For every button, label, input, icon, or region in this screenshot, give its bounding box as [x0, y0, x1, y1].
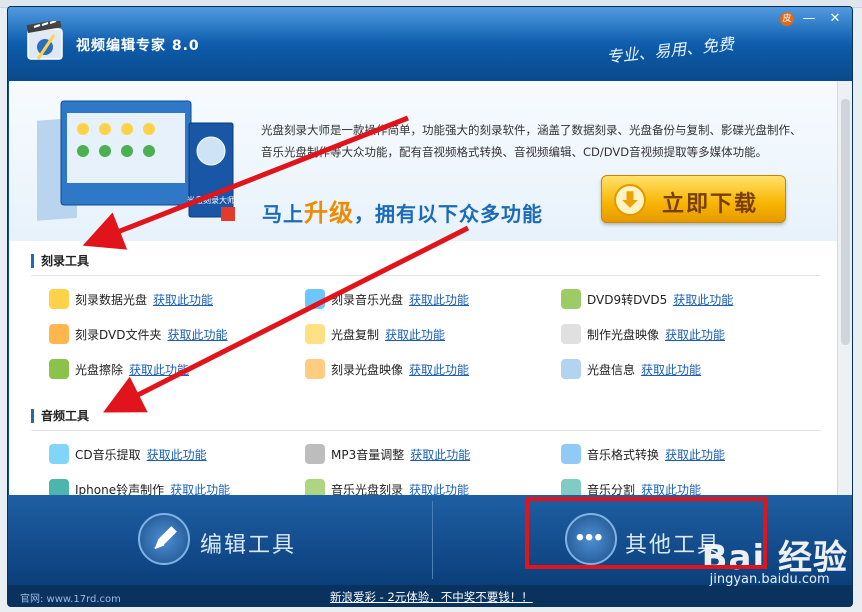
watermark-url: jingyan.baidu.com	[709, 572, 830, 587]
disc-music-icon	[305, 289, 325, 309]
download-button-label: 立即下载	[662, 192, 759, 217]
feature-item: 刻录DVD文件夹 获取此功能	[49, 323, 228, 345]
cd-rip-icon	[49, 444, 69, 464]
upgrade-prefix: 马上	[262, 202, 304, 226]
feature-name: 刻录数据光盘	[75, 292, 148, 307]
feature-item: 制作光盘映像 获取此功能	[561, 323, 725, 345]
slogan: 专业、易用、免费	[605, 34, 735, 67]
feature-name: 制作光盘映像	[587, 327, 660, 342]
section-header-audio: 音频工具	[31, 403, 821, 431]
skin-button[interactable]: 皮	[780, 12, 794, 26]
burn-image-icon	[305, 359, 325, 379]
disc-data-icon	[49, 289, 69, 309]
get-feature-link[interactable]: 获取此功能	[129, 361, 189, 378]
banner-description: 光盘刻录大师是一款操作简单，功能强大的刻录软件，涵盖了数据刻录、光盘备份与复制、…	[261, 123, 802, 159]
section-marker	[31, 254, 34, 268]
official-site-text: 官网: www.17rd.com	[20, 594, 121, 605]
section-title: 刻录工具	[41, 254, 90, 268]
dvd-folder-icon	[49, 324, 69, 344]
feature-content: 光盘刻录大师 光盘刻录大师是一款操作简单，功能强大的刻录软件，涵盖了数据刻录、光…	[9, 81, 837, 495]
ad-link[interactable]: 新浪爱彩 - 2元体验，不中奖不要钱！！	[330, 589, 533, 605]
get-feature-link[interactable]: 获取此功能	[673, 291, 733, 308]
status-footer: 官网: www.17rd.com 新浪爱彩 - 2元体验，不中奖不要钱！！	[8, 585, 852, 606]
feature-item: MP3音量调整 获取此功能	[305, 443, 470, 465]
feature-item: 刻录音乐光盘 获取此功能	[305, 288, 469, 310]
feature-name: 音乐格式转换	[587, 447, 660, 462]
get-feature-link[interactable]: 获取此功能	[409, 481, 469, 496]
volume-adjust-icon	[305, 444, 325, 464]
get-feature-link[interactable]: 获取此功能	[665, 446, 725, 463]
feature-name: 刻录DVD文件夹	[75, 327, 162, 342]
disc-erase-icon	[49, 359, 69, 379]
title-bar[interactable]: 视频编辑专家 8.0 专业、易用、免费 皮 — ✕	[8, 7, 852, 81]
feature-item: 音乐光盘刻录 获取此功能	[305, 478, 469, 495]
feature-item: Iphone铃声制作 获取此功能	[49, 478, 230, 495]
music-convert-icon	[561, 444, 581, 464]
get-feature-link[interactable]: 获取此功能	[641, 361, 701, 378]
feature-name: 光盘信息	[587, 362, 636, 377]
get-feature-link[interactable]: 获取此功能	[410, 446, 470, 463]
get-feature-link[interactable]: 获取此功能	[167, 326, 227, 343]
get-feature-link[interactable]: 获取此功能	[153, 291, 213, 308]
feature-item: 音乐分割 获取此功能	[561, 478, 701, 495]
disc-info-icon	[561, 359, 581, 379]
get-feature-link[interactable]: 获取此功能	[665, 326, 725, 343]
download-now-button[interactable]: 立即下载	[601, 175, 786, 223]
feature-item: 光盘信息 获取此功能	[561, 358, 701, 380]
music-disc-burn-icon	[305, 479, 325, 495]
app-logo-icon	[26, 21, 63, 60]
feature-name: 音乐光盘刻录	[331, 482, 404, 496]
section-marker	[31, 409, 34, 423]
phone-ringtone-icon	[49, 479, 69, 495]
feature-item: 光盘擦除 获取此功能	[49, 358, 189, 380]
close-button[interactable]: ✕	[824, 10, 846, 28]
upgrade-slogan: 马上升级，拥有以下众多功能	[262, 193, 543, 228]
get-feature-link[interactable]: 获取此功能	[170, 481, 230, 496]
vertical-scrollbar[interactable]	[837, 81, 852, 495]
get-feature-link[interactable]: 获取此功能	[385, 326, 445, 343]
box-label: 光盘刻录大师	[187, 195, 235, 205]
section-title: 音频工具	[41, 409, 90, 423]
dvd-convert-icon	[561, 289, 581, 309]
get-feature-link[interactable]: 获取此功能	[641, 481, 701, 496]
feature-item: 光盘复制 获取此功能	[305, 323, 445, 345]
feature-item: CD音乐提取 获取此功能	[49, 443, 207, 465]
get-feature-link[interactable]: 获取此功能	[409, 361, 469, 378]
get-feature-link[interactable]: 获取此功能	[409, 291, 469, 308]
feature-item: 音乐格式转换 获取此功能	[561, 443, 725, 465]
tab-label: 编辑工具	[200, 533, 297, 558]
feature-name: 光盘复制	[331, 327, 380, 342]
feature-name: CD音乐提取	[75, 447, 141, 462]
feature-name: 音乐分割	[587, 482, 636, 496]
feature-name: Iphone铃声制作	[75, 482, 165, 496]
feature-name: 光盘擦除	[75, 362, 124, 377]
upgrade-highlight: 升级	[304, 199, 354, 227]
feature-item: 刻录光盘映像 获取此功能	[305, 358, 469, 380]
music-split-icon	[561, 479, 581, 495]
window-controls: 皮 — ✕	[780, 10, 846, 28]
feature-name: 刻录音乐光盘	[331, 292, 404, 307]
get-feature-link[interactable]: 获取此功能	[147, 446, 207, 463]
download-arrow-icon	[614, 184, 646, 216]
app-title: 视频编辑专家 8.0	[76, 38, 200, 54]
disc-copy-icon	[305, 324, 325, 344]
pencil-icon	[138, 513, 190, 565]
feature-item: DVD9转DVD5 获取此功能	[561, 288, 733, 310]
scrollbar-thumb[interactable]	[841, 99, 850, 345]
feature-item: 刻录数据光盘 获取此功能	[49, 288, 213, 310]
feature-name: DVD9转DVD5	[587, 292, 668, 307]
disc-image-icon	[561, 324, 581, 344]
minimize-button[interactable]: —	[798, 10, 820, 28]
section-header-burn: 刻录工具	[31, 248, 821, 276]
feature-name: MP3音量调整	[331, 447, 405, 462]
upgrade-suffix: ，拥有以下众多功能	[354, 202, 543, 226]
tab-edit-tools[interactable]: 编辑工具	[8, 495, 432, 585]
promo-banner: 光盘刻录大师 光盘刻录大师是一款操作简单，功能强大的刻录软件，涵盖了数据刻录、光…	[9, 81, 837, 241]
product-box-art: 光盘刻录大师	[37, 100, 235, 221]
feature-name: 刻录光盘映像	[331, 362, 404, 377]
annotation-highlight-box	[525, 497, 767, 569]
